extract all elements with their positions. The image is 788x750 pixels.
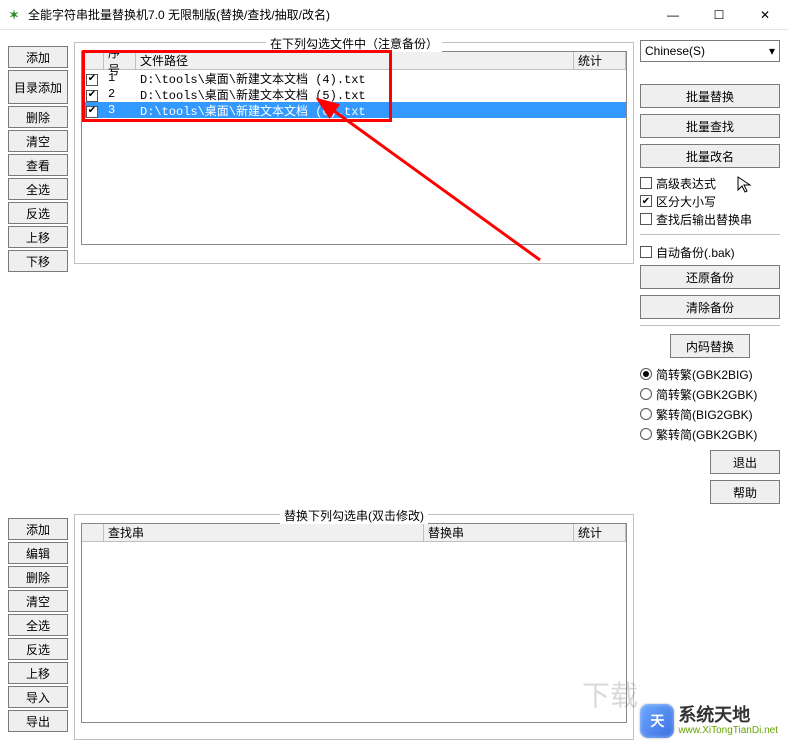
checkbox-icon[interactable]: ✔ [86, 106, 98, 118]
strings-legend: 替换下列勾选串(双击修改) [280, 507, 428, 524]
close-button[interactable]: ✕ [742, 0, 788, 29]
opt-case-sensitive[interactable]: ✔ 区分大小写 [640, 192, 780, 210]
cell-seq: 1 [104, 71, 136, 85]
encoding-option-label: 简转繁(GBK2GBK) [656, 386, 757, 403]
side-button-清空[interactable]: 清空 [8, 130, 68, 152]
app-icon: ✶ [6, 7, 22, 23]
background-ghost-text: 下载 [582, 674, 638, 714]
files-groupbox: 在下列勾选文件中（注意备份） 序号 文件路径 统计 ✔1D:\tools\桌面\… [74, 42, 634, 264]
minimize-button[interactable]: — [650, 0, 696, 29]
cell-path: D:\tools\桌面\新建文本文档 (5).txt [136, 86, 574, 103]
side-button-下移[interactable]: 下移 [8, 250, 68, 272]
radio-icon [640, 388, 652, 400]
encoding-convert-button[interactable]: 内码替换 [670, 334, 750, 358]
side-button-清空[interactable]: 清空 [8, 590, 68, 612]
opt-advanced-label: 高级表达式 [656, 175, 716, 192]
encoding-option-label: 简转繁(GBK2BIG) [656, 366, 753, 383]
encoding-option-label: 繁转简(BIG2GBK) [656, 406, 753, 423]
maximize-button[interactable]: ☐ [696, 0, 742, 29]
files-table[interactable]: 序号 文件路径 统计 ✔1D:\tools\桌面\新建文本文档 (4).txt✔… [81, 51, 627, 245]
cell-path: D:\tools\桌面\新建文本文档 (4).txt [136, 70, 574, 87]
radio-icon [640, 408, 652, 420]
restore-backup-button[interactable]: 还原备份 [640, 265, 780, 289]
side-button-删除[interactable]: 删除 [8, 106, 68, 128]
opt-case-label: 区分大小写 [656, 193, 716, 210]
checkbox-icon[interactable]: ✔ [86, 74, 98, 86]
encoding-option[interactable]: 简转繁(GBK2GBK) [640, 384, 780, 404]
watermark-text-en: www.XiTongTianDi.net [678, 725, 778, 736]
batch-replace-button[interactable]: 批量替换 [640, 84, 780, 108]
clear-backup-button[interactable]: 清除备份 [640, 295, 780, 319]
chevron-down-icon: ▾ [769, 44, 775, 58]
opt-output-label: 查找后输出替换串 [656, 211, 752, 228]
table-row[interactable]: ✔ 1D:\tools\桌面\新建文本文档 (4).txt [82, 70, 626, 86]
side-button-添加[interactable]: 添加 [8, 46, 68, 68]
language-select[interactable]: Chinese(S) ▾ [640, 40, 780, 62]
batch-find-button[interactable]: 批量查找 [640, 114, 780, 138]
col-seq[interactable]: 序号 [104, 52, 136, 69]
title-bar: ✶ 全能字符串批量替换机7.0 无限制版(替换/查找/抽取/改名) — ☐ ✕ [0, 0, 788, 30]
language-select-value: Chinese(S) [645, 44, 705, 58]
checkbox-icon: ✔ [640, 195, 652, 207]
watermark: 天 系统天地 www.XiTongTianDi.net [640, 704, 778, 738]
cell-seq: 2 [104, 87, 136, 101]
checkbox-icon[interactable]: ✔ [86, 90, 98, 102]
exit-button[interactable]: 退出 [710, 450, 780, 474]
cell-path: D:\tools\桌面\新建文本文档 (6).txt [136, 102, 574, 119]
table-row[interactable]: ✔ 2D:\tools\桌面\新建文本文档 (5).txt [82, 86, 626, 102]
encoding-option[interactable]: 简转繁(GBK2BIG) [640, 364, 780, 384]
side-button-上移[interactable]: 上移 [8, 226, 68, 248]
opt-advanced-expr[interactable]: 高级表达式 [640, 174, 780, 192]
window-title: 全能字符串批量替换机7.0 无限制版(替换/查找/抽取/改名) [28, 6, 650, 23]
table-row[interactable]: ✔ 3D:\tools\桌面\新建文本文档 (6).txt [82, 102, 626, 118]
files-table-header: 序号 文件路径 统计 [82, 52, 626, 70]
batch-rename-button[interactable]: 批量改名 [640, 144, 780, 168]
side-button-导出[interactable]: 导出 [8, 710, 68, 732]
side-button-编辑[interactable]: 编辑 [8, 542, 68, 564]
col-search[interactable]: 查找串 [104, 524, 424, 541]
side-button-反选[interactable]: 反选 [8, 202, 68, 224]
encoding-option-label: 繁转简(GBK2GBK) [656, 426, 757, 443]
window-controls: — ☐ ✕ [650, 0, 788, 29]
watermark-text-cn: 系统天地 [678, 706, 778, 726]
encoding-option[interactable]: 繁转简(BIG2GBK) [640, 404, 780, 424]
side-button-目录添加[interactable]: 目录添加 [8, 70, 68, 104]
checkbox-icon [640, 177, 652, 189]
strings-table-header: 查找串 替换串 统计 [82, 524, 626, 542]
files-legend: 在下列勾选文件中（注意备份） [266, 35, 442, 52]
side-button-删除[interactable]: 删除 [8, 566, 68, 588]
side-button-上移[interactable]: 上移 [8, 662, 68, 684]
side-button-添加[interactable]: 添加 [8, 518, 68, 540]
checkbox-icon [640, 213, 652, 225]
watermark-logo: 天 [640, 704, 674, 738]
strings-groupbox: 替换下列勾选串(双击修改) 查找串 替换串 统计 [74, 514, 634, 740]
side-button-全选[interactable]: 全选 [8, 614, 68, 636]
col-path[interactable]: 文件路径 [136, 52, 574, 69]
side-button-查看[interactable]: 查看 [8, 154, 68, 176]
side-button-反选[interactable]: 反选 [8, 638, 68, 660]
opt-auto-backup-label: 自动备份(.bak) [656, 244, 735, 261]
col-replace[interactable]: 替换串 [424, 524, 574, 541]
opt-auto-backup[interactable]: 自动备份(.bak) [640, 243, 780, 261]
radio-icon [640, 368, 652, 380]
radio-icon [640, 428, 652, 440]
checkbox-icon [640, 246, 652, 258]
side-button-导入[interactable]: 导入 [8, 686, 68, 708]
col-stat[interactable]: 统计 [574, 52, 626, 69]
strings-table[interactable]: 查找串 替换串 统计 [81, 523, 627, 723]
opt-output-replaced[interactable]: 查找后输出替换串 [640, 210, 780, 228]
col-stat-2[interactable]: 统计 [574, 524, 626, 541]
cell-seq: 3 [104, 103, 136, 117]
side-button-全选[interactable]: 全选 [8, 178, 68, 200]
help-button[interactable]: 帮助 [710, 480, 780, 504]
encoding-option[interactable]: 繁转简(GBK2GBK) [640, 424, 780, 444]
